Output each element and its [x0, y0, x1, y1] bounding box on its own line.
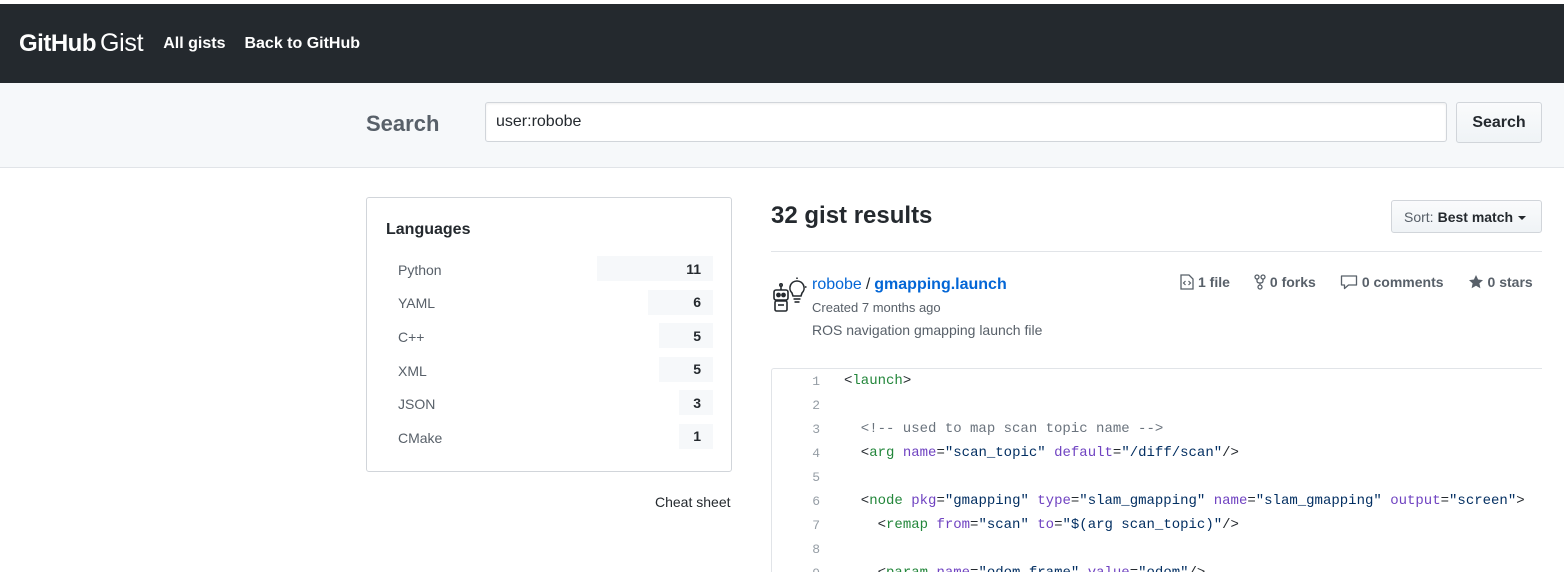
language-count: 11: [597, 256, 713, 281]
line-number: 4: [812, 445, 820, 461]
cheat-sheet-link[interactable]: Cheat sheet: [655, 494, 731, 510]
nav-back-to-github[interactable]: Back to GitHub: [244, 35, 360, 53]
code-text: <launch>: [844, 373, 912, 389]
languages-title: Languages: [386, 221, 471, 238]
results-title: 32 gist results: [771, 202, 933, 229]
language-count: 3: [679, 390, 713, 416]
line-number: 7: [812, 517, 820, 533]
language-item[interactable]: C++ 5: [386, 320, 713, 354]
language-name: C++: [398, 328, 425, 345]
code-line: 6 <node pkg="gmapping" type="slam_gmappi…: [772, 489, 1542, 513]
code-line: 8: [772, 537, 1542, 561]
line-number: 2: [812, 397, 820, 413]
language-name: JSON: [398, 396, 436, 413]
caret-down-icon: [1518, 215, 1527, 220]
files-stat[interactable]: 1 file: [1180, 274, 1230, 290]
language-item[interactable]: CMake 1: [386, 421, 713, 455]
star-icon: [1468, 275, 1483, 289]
code-text: <arg name="scan_topic" default="/diff/sc…: [844, 445, 1239, 461]
line-number: 3: [812, 421, 820, 437]
results-divider: [771, 251, 1542, 252]
sort-value: Best match: [1437, 208, 1514, 225]
code-file-icon: [1180, 274, 1194, 290]
files-count: 1 file: [1198, 274, 1230, 290]
line-number: 6: [812, 493, 820, 509]
language-item[interactable]: YAML 6: [386, 287, 713, 321]
language-name: YAML: [398, 295, 436, 312]
gist-description: ROS navigation gmapping launch file: [812, 322, 1043, 338]
stars-count: 0 stars: [1487, 274, 1533, 290]
stars-stat[interactable]: 0 stars: [1468, 274, 1533, 290]
nav-all-gists[interactable]: All gists: [163, 35, 225, 53]
line-number: 9: [772, 566, 820, 572]
comment-icon: [1340, 275, 1357, 290]
search-bar: Search Search: [0, 83, 1564, 168]
code-preview[interactable]: 1 <launch> 2 3 <!-- used to map scan topic …: [771, 368, 1542, 572]
line-number: 5: [812, 469, 820, 485]
line-number: 1: [812, 373, 820, 389]
gist-stats: 1 file 0 forks 0 comments 0 stars: [1180, 274, 1533, 290]
code-line: 9 <param name="odom_frame" value="odom"/…: [772, 561, 1542, 572]
code-line: 4 <arg name="scan_topic" default="/diff/…: [772, 441, 1542, 465]
gist-created-time: Created 7 months ago: [812, 300, 941, 315]
forks-stat[interactable]: 0 forks: [1254, 274, 1316, 290]
language-name: CMake: [398, 429, 443, 446]
gist-owner-link[interactable]: robobe: [812, 276, 862, 293]
logo-gist-text: Gist: [99, 29, 144, 57]
comments-stat[interactable]: 0 comments: [1340, 274, 1444, 290]
site-header: GitHub Gist All gists Back to GitHub: [0, 4, 1564, 83]
code-line: 3 <!-- used to map scan topic name -->: [772, 417, 1542, 441]
language-name: Python: [398, 261, 442, 278]
code-text: <!-- used to map scan topic name -->: [844, 421, 1164, 437]
sort-prefix: Sort:: [1404, 208, 1434, 225]
code-line: 1 <launch>: [772, 369, 1542, 393]
language-count: 6: [648, 289, 713, 315]
code-line: 2: [772, 393, 1542, 417]
title-separator: /: [865, 276, 871, 293]
line-number: 8: [812, 541, 820, 557]
github-gist-logo[interactable]: GitHub Gist: [19, 29, 144, 58]
logo-github-text: GitHub: [19, 30, 96, 57]
search-input[interactable]: [485, 102, 1447, 142]
language-count: 1: [679, 423, 713, 449]
code-line: 7 <remap from="scan" to="$(arg scan_topi…: [772, 513, 1542, 537]
language-name: XML: [398, 362, 427, 379]
code-line: 5: [772, 465, 1542, 489]
fork-icon: [1254, 274, 1266, 290]
sort-dropdown[interactable]: Sort: Best match: [1391, 200, 1542, 233]
gist-name-link[interactable]: gmapping.launch: [874, 276, 1006, 293]
code-text: <node pkg="gmapping" type="slam_gmapping…: [844, 493, 1525, 509]
search-label: Search: [366, 111, 440, 136]
languages-list: Python 11 YAML 6 C++ 5 XML 5 JSON 3 CMake 1: [386, 253, 713, 455]
code-text: <param name="odom_frame" value="odom"/>: [844, 565, 1206, 572]
languages-panel: Languages Python 11 YAML 6 C++ 5 XML 5 JSON 3 CMak…: [366, 197, 732, 472]
search-button[interactable]: Search: [1456, 102, 1542, 143]
language-count: 5: [659, 323, 713, 349]
language-count: 5: [659, 356, 713, 382]
code-text: <remap from="scan" to="$(arg scan_topic)…: [844, 517, 1239, 533]
language-item[interactable]: JSON 3: [386, 387, 713, 421]
forks-count: 0 forks: [1269, 274, 1316, 290]
comments-count: 0 comments: [1361, 274, 1444, 290]
gist-title-line: robobe / gmapping.launch: [812, 276, 1007, 294]
language-item[interactable]: XML 5: [386, 354, 713, 388]
avatar[interactable]: [771, 277, 807, 314]
language-item[interactable]: Python 11: [386, 253, 713, 287]
